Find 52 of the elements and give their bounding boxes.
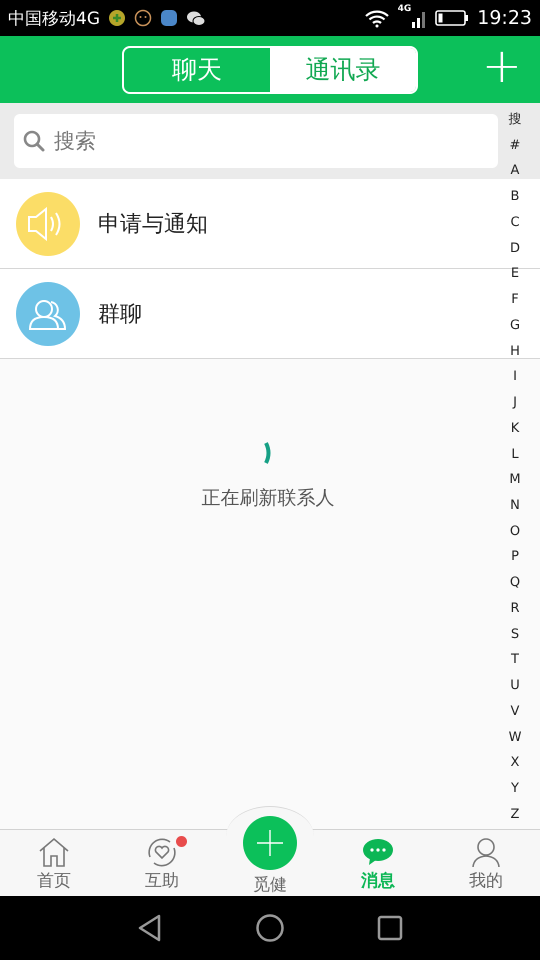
index-letter[interactable]: H [510, 344, 520, 358]
home-icon [37, 837, 71, 867]
index-letter[interactable]: U [510, 679, 520, 692]
index-letter[interactable]: O [510, 524, 520, 538]
index-letter[interactable]: E [510, 267, 520, 280]
search-field[interactable]: 搜索 [14, 114, 498, 168]
index-letter[interactable]: B [510, 190, 520, 204]
index-letter[interactable]: R [510, 602, 520, 615]
index-letter[interactable]: G [510, 318, 520, 332]
index-letter[interactable]: X [510, 756, 520, 770]
battery-icon [435, 9, 470, 27]
index-letter[interactable]: 搜 [508, 113, 522, 126]
wifi-icon [364, 8, 390, 28]
index-letter[interactable]: T [511, 653, 519, 666]
app-notification-icon [160, 9, 178, 27]
index-letter[interactable]: V [510, 704, 520, 718]
nav-tab[interactable]: 我的 [432, 830, 540, 896]
nav-tab[interactable]: 首页 [0, 830, 108, 896]
home-circle-icon[interactable] [255, 913, 285, 943]
index-letter[interactable]: J [513, 396, 517, 410]
index-letter[interactable]: Z [510, 808, 520, 821]
index-letter[interactable]: S [510, 628, 520, 641]
index-letter[interactable]: N [510, 499, 520, 512]
person-icon [469, 837, 503, 867]
loading-spinner-icon [263, 441, 273, 465]
recent-apps-icon[interactable] [375, 913, 405, 943]
index-letter[interactable]: D [510, 242, 520, 255]
contact-name: 群聊 [98, 300, 142, 328]
index-letter[interactable]: Q [510, 576, 520, 590]
network-type: 4G [398, 4, 412, 14]
index-letter[interactable]: W [508, 730, 522, 744]
carrier-name: 中国移动4G [8, 8, 100, 30]
face-icon [134, 9, 152, 27]
app-notification-icon [108, 9, 126, 27]
loading-text: 正在刷新联系人 [202, 486, 334, 511]
nav-tab[interactable]: 觅健 [216, 808, 324, 896]
search-icon [22, 129, 46, 153]
index-letter[interactable]: C [510, 216, 520, 229]
index-letter[interactable]: I [513, 370, 517, 384]
index-letter[interactable]: # [510, 138, 520, 152]
index-letter[interactable]: L [511, 448, 519, 461]
index-letter[interactable]: Y [511, 782, 519, 796]
index-letter[interactable]: F [511, 293, 519, 306]
index-letter[interactable]: M [509, 473, 521, 486]
chat-bubbles-icon [186, 9, 206, 27]
chat-bubble-icon [361, 837, 395, 867]
index-letter[interactable]: P [511, 550, 519, 564]
index-letter[interactable]: K [510, 422, 520, 435]
clock: 19:23 [477, 7, 532, 29]
index-letter[interactable]: A [510, 164, 520, 178]
nav-tab[interactable]: 互助 [108, 830, 216, 896]
contact-name: 申请与通知 [98, 210, 208, 238]
